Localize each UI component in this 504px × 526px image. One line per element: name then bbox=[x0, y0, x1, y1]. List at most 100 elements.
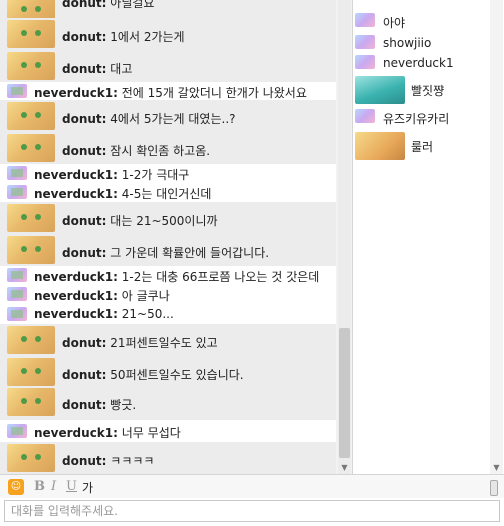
underline-button[interactable]: U bbox=[66, 479, 77, 494]
message-nickname[interactable]: neverduck1: bbox=[34, 307, 118, 321]
user-avatar[interactable] bbox=[7, 444, 55, 472]
user-avatar[interactable] bbox=[7, 84, 27, 98]
emoticon-icon[interactable]: ☺ bbox=[8, 479, 24, 495]
user-list-item[interactable]: showjiio bbox=[355, 34, 489, 52]
message-nickname[interactable]: donut: bbox=[62, 0, 106, 10]
chat-message-line: neverduck1: 전에 15개 갈았더니 한개가 나왔서요 bbox=[34, 84, 307, 101]
user-avatar[interactable] bbox=[7, 20, 55, 48]
chat-message-line: neverduck1: 1-2가 극대구 bbox=[34, 166, 189, 183]
message-nickname[interactable]: donut: bbox=[62, 336, 106, 350]
message-nickname[interactable]: donut: bbox=[62, 30, 106, 44]
user-name: neverduck1 bbox=[383, 56, 454, 70]
message-text: 50퍼센트일수도 있습니다. bbox=[110, 368, 244, 382]
message-text: 대고 bbox=[110, 62, 133, 76]
chat-message-row: neverduck1: 너무 무섭다 bbox=[0, 420, 336, 442]
user-list-item[interactable]: 아야 bbox=[355, 12, 489, 30]
chat-message-row: donut: ㅋㅋㅋㅋ bbox=[0, 442, 336, 474]
user-avatar bbox=[355, 35, 375, 49]
chat-message-line: donut: 21퍼센트일수도 있고 bbox=[62, 334, 218, 351]
message-nickname[interactable]: donut: bbox=[62, 368, 106, 382]
user-avatar[interactable] bbox=[7, 287, 27, 301]
chat-message-line: donut: 빵긋. bbox=[62, 396, 136, 413]
user-name: showjiio bbox=[383, 36, 432, 50]
scroll-down-arrow-icon[interactable]: ▼ bbox=[338, 463, 351, 472]
user-list-item[interactable]: 룰러 bbox=[355, 132, 489, 160]
toolbar-grip-icon[interactable] bbox=[490, 480, 498, 496]
user-avatar[interactable] bbox=[7, 424, 27, 438]
message-text: 아닐걸요 bbox=[110, 0, 155, 10]
message-nickname[interactable]: neverduck1: bbox=[34, 270, 118, 284]
user-avatar[interactable] bbox=[7, 185, 27, 199]
user-avatar[interactable] bbox=[7, 388, 55, 416]
chat-message-row: donut: 대고 bbox=[0, 50, 336, 82]
message-nickname[interactable]: donut: bbox=[62, 62, 106, 76]
user-avatar bbox=[355, 76, 405, 104]
user-avatar bbox=[355, 13, 375, 27]
chat-message-row: neverduck1: 1-2는 대충 66프로쯤 나오는 것 갓은데 bbox=[0, 266, 336, 284]
message-text: 4에서 5가는게 대였는..? bbox=[110, 112, 236, 126]
chat-input[interactable] bbox=[4, 500, 500, 522]
chat-message-line: donut: 그 가운데 확률안에 들어갑니다. bbox=[62, 244, 269, 261]
user-avatar[interactable] bbox=[7, 268, 27, 282]
format-toolbar: ☺ B I U 가 bbox=[0, 474, 504, 498]
chat-message-row: donut: 잠시 확인좀 하고옴. bbox=[0, 132, 336, 164]
chat-message-row: neverduck1: 4-5는 대인거신데 bbox=[0, 182, 336, 202]
chat-message-line: donut: 50퍼센트일수도 있습니다. bbox=[62, 366, 244, 383]
user-list-item[interactable]: 빨짓쨩 bbox=[355, 76, 489, 104]
message-nickname[interactable]: neverduck1: bbox=[34, 187, 118, 201]
message-text: 21~50... bbox=[121, 307, 174, 321]
chat-message-line: neverduck1: 아 글쿠나 bbox=[34, 287, 170, 304]
chat-message-row: neverduck1: 1-2가 극대구 bbox=[0, 164, 336, 182]
chat-message-row: donut: 빵긋. bbox=[0, 386, 336, 420]
message-text: 너무 무섭다 bbox=[121, 426, 181, 440]
chat-message-line: donut: 아닐걸요 bbox=[62, 0, 154, 11]
chat-message-line: donut: 1에서 2가는게 bbox=[62, 28, 185, 45]
chat-message-row: neverduck1: 아 글쿠나 bbox=[0, 284, 336, 304]
message-nickname[interactable]: donut: bbox=[62, 246, 106, 260]
message-nickname[interactable]: donut: bbox=[62, 112, 106, 126]
chat-message-line: neverduck1: 너무 무섭다 bbox=[34, 424, 181, 441]
message-text: 대는 21~500이니까 bbox=[110, 214, 218, 228]
message-nickname[interactable]: neverduck1: bbox=[34, 168, 118, 182]
chat-message-row: donut: 아닐걸요 bbox=[0, 0, 336, 24]
message-text: 잠시 확인좀 하고옴. bbox=[110, 144, 211, 158]
user-list-item[interactable]: 유즈키유카리 bbox=[355, 108, 489, 126]
user-avatar[interactable] bbox=[7, 102, 55, 130]
chat-scrollbar-thumb[interactable] bbox=[339, 328, 350, 458]
user-name: 룰러 bbox=[411, 140, 434, 154]
user-scroll-down-arrow-icon[interactable]: ▼ bbox=[490, 463, 503, 472]
user-avatar[interactable] bbox=[7, 307, 27, 321]
message-text: 빵긋. bbox=[110, 398, 137, 412]
message-nickname[interactable]: neverduck1: bbox=[34, 289, 118, 303]
user-avatar[interactable] bbox=[7, 52, 55, 80]
chat-message-line: neverduck1: 21~50... bbox=[34, 307, 174, 321]
user-list-item[interactable]: neverduck1 bbox=[355, 54, 489, 72]
user-avatar[interactable] bbox=[7, 358, 55, 386]
message-nickname[interactable]: donut: bbox=[62, 144, 106, 158]
message-nickname[interactable]: neverduck1: bbox=[34, 426, 118, 440]
chat-scrollbar[interactable]: ▼ bbox=[338, 0, 351, 474]
italic-button[interactable]: I bbox=[51, 479, 56, 494]
user-list-scrollbar[interactable]: ▼ bbox=[490, 0, 503, 474]
chat-message-row: neverduck1: 전에 15개 갈았더니 한개가 나왔서요 bbox=[0, 82, 336, 100]
message-nickname[interactable]: donut: bbox=[62, 214, 106, 228]
chat-message-pane[interactable]: donut: 아닐걸요 donut: 1에서 2가는게 donut: 대고 never… bbox=[0, 0, 352, 474]
user-avatar[interactable] bbox=[7, 326, 55, 354]
user-list-pane: 아야 showjiio neverduck1 빨짓쨩유즈키유카리룰러 ▼ bbox=[352, 0, 504, 474]
message-nickname[interactable]: donut: bbox=[62, 454, 106, 468]
message-nickname[interactable]: neverduck1: bbox=[34, 86, 118, 100]
chat-message-line: donut: ㅋㅋㅋㅋ bbox=[62, 452, 154, 469]
user-avatar[interactable] bbox=[7, 204, 55, 232]
font-color-button[interactable]: 가 bbox=[82, 479, 93, 496]
chat-message-row: donut: 21퍼센트일수도 있고 bbox=[0, 324, 336, 356]
message-text: 그 가운데 확률안에 들어갑니다. bbox=[110, 246, 270, 260]
chat-message-line: donut: 잠시 확인좀 하고옴. bbox=[62, 142, 210, 159]
bold-button[interactable]: B bbox=[34, 479, 45, 494]
message-nickname[interactable]: donut: bbox=[62, 398, 106, 412]
user-avatar bbox=[355, 132, 405, 160]
user-avatar[interactable] bbox=[7, 134, 55, 162]
user-avatar[interactable] bbox=[7, 166, 27, 180]
chat-message-row: donut: 그 가운데 확률안에 들어갑니다. bbox=[0, 234, 336, 266]
chat-message-line: neverduck1: 4-5는 대인거신데 bbox=[34, 185, 211, 202]
user-avatar[interactable] bbox=[7, 236, 55, 264]
